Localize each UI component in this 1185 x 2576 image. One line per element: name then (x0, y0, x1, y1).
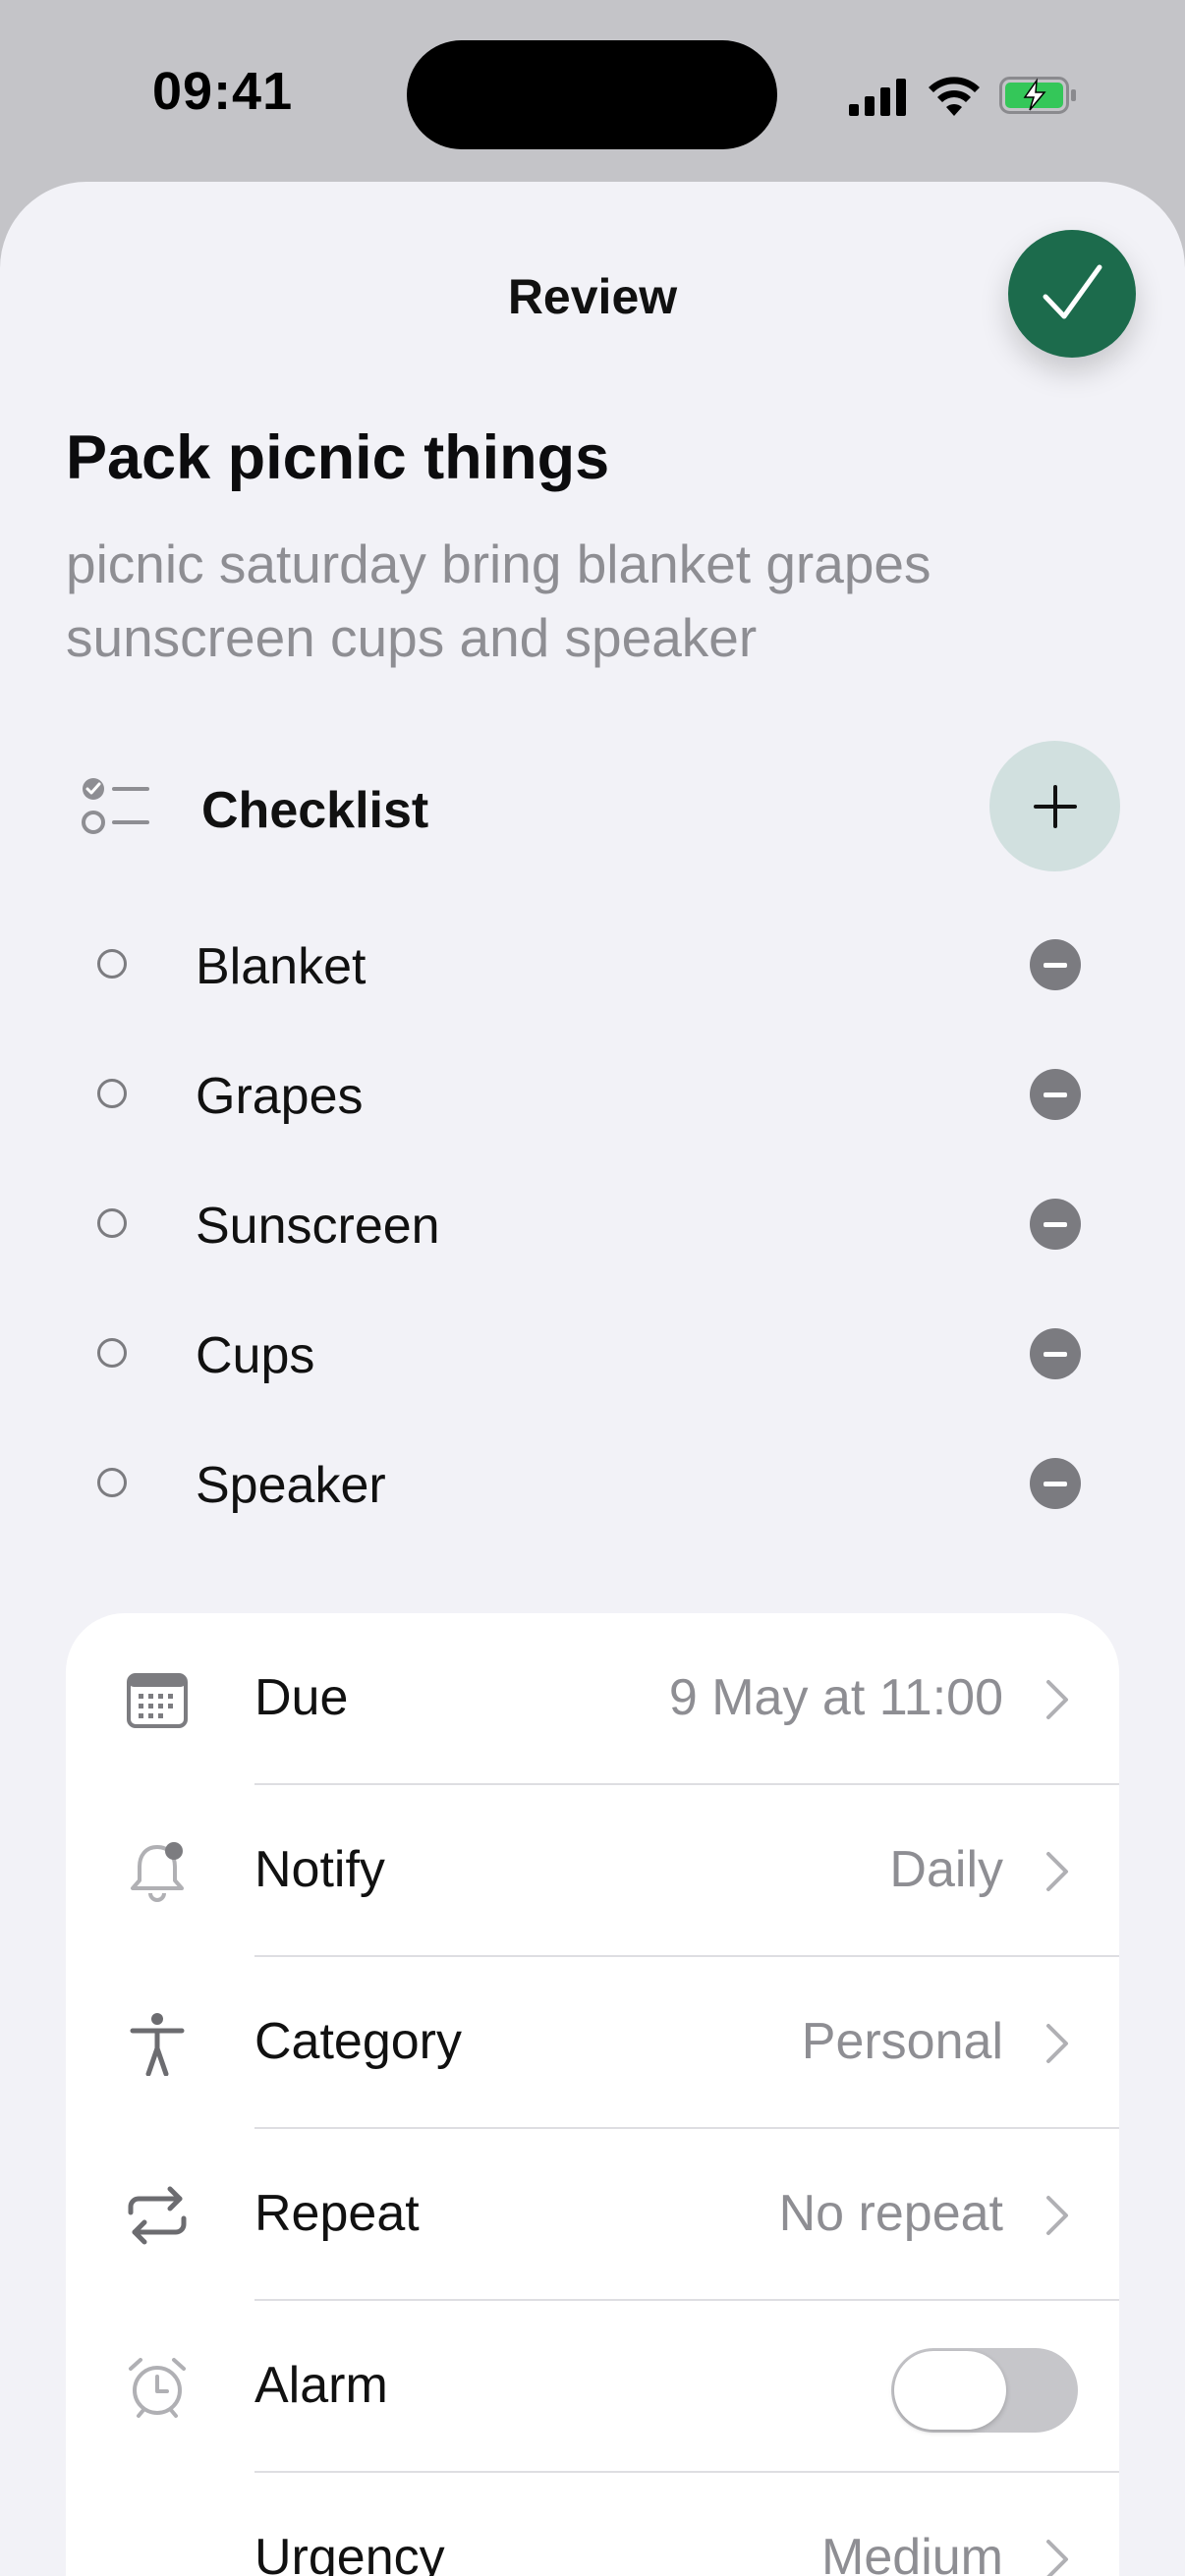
category-value: Personal (801, 2013, 1003, 2070)
checklist-item: Speaker (0, 1434, 1185, 1533)
checklist-item-label[interactable]: Speaker (196, 1456, 386, 1515)
repeat-label: Repeat (254, 2185, 420, 2242)
cellular-signal-icon (849, 79, 906, 116)
notify-row[interactable]: Notify Daily (66, 1785, 1119, 1957)
alarm-icon (129, 2358, 186, 2418)
notify-label: Notify (254, 1841, 385, 1898)
task-description[interactable]: picnic saturday bring blanket grapes sun… (66, 528, 1088, 675)
checklist-item: Grapes (0, 1045, 1185, 1144)
repeat-value: No repeat (778, 2185, 1003, 2242)
alarm-label: Alarm (254, 2357, 388, 2414)
plus-icon (1033, 784, 1077, 828)
review-sheet: Review Pack picnic things picnic saturda… (0, 182, 1185, 2576)
checklist-item-checkbox[interactable] (97, 1338, 127, 1368)
checklist-item: Cups (0, 1305, 1185, 1403)
bell-icon (131, 1842, 184, 1902)
alarm-toggle[interactable] (891, 2348, 1078, 2433)
urgency-value: Medium (821, 2529, 1003, 2576)
checklist-item: Blanket (0, 916, 1185, 1014)
urgency-row[interactable]: Urgency Medium (66, 2473, 1119, 2576)
urgency-label: Urgency (254, 2529, 445, 2576)
chevron-right-icon (1046, 2196, 1068, 2235)
urgency-icon (125, 2527, 190, 2576)
wifi-icon (929, 77, 980, 116)
confirm-button[interactable] (1008, 230, 1136, 358)
calendar-icon (127, 1673, 188, 1728)
status-time: 09:41 (152, 62, 294, 121)
checklist-item: Sunscreen (0, 1175, 1185, 1273)
remove-item-icon[interactable] (1030, 1458, 1081, 1509)
chevron-right-icon (1046, 1680, 1068, 1719)
notify-value: Daily (889, 1841, 1003, 1898)
remove-item-icon[interactable] (1030, 939, 1081, 990)
chevron-right-icon (1046, 2024, 1068, 2063)
chevron-right-icon (1046, 2540, 1068, 2576)
checklist-item-checkbox[interactable] (97, 1208, 127, 1238)
dynamic-island (407, 40, 777, 149)
checklist-icon (82, 778, 149, 834)
person-icon (130, 2013, 185, 2076)
remove-item-icon[interactable] (1030, 1069, 1081, 1120)
battery-charging-icon (999, 77, 1076, 114)
checklist-label: Checklist (201, 782, 429, 839)
chevron-right-icon (1046, 1852, 1068, 1891)
checklist-item-checkbox[interactable] (97, 949, 127, 979)
remove-item-icon[interactable] (1030, 1328, 1081, 1379)
checklist-item-label[interactable]: Sunscreen (196, 1197, 440, 1256)
due-label: Due (254, 1669, 349, 1726)
task-settings-card: Due 9 May at 11:00 Notify Daily Category (66, 1613, 1119, 2576)
category-label: Category (254, 2013, 462, 2070)
checklist-item-label[interactable]: Grapes (196, 1067, 364, 1126)
checklist-item-label[interactable]: Blanket (196, 937, 366, 996)
repeat-icon (128, 2186, 187, 2245)
category-row[interactable]: Category Personal (66, 1957, 1119, 2129)
add-checklist-item-button[interactable] (989, 741, 1120, 871)
checkmark-icon (1043, 264, 1102, 319)
checklist-item-checkbox[interactable] (97, 1468, 127, 1497)
checklist-item-checkbox[interactable] (97, 1079, 127, 1108)
task-title[interactable]: Pack picnic things (66, 422, 609, 493)
checklist-item-label[interactable]: Cups (196, 1326, 314, 1385)
due-value: 9 May at 11:00 (668, 1669, 1003, 1726)
toggle-knob (894, 2351, 1006, 2430)
remove-item-icon[interactable] (1030, 1199, 1081, 1250)
alarm-row: Alarm (66, 2301, 1119, 2473)
due-row[interactable]: Due 9 May at 11:00 (66, 1613, 1119, 1785)
repeat-row[interactable]: Repeat No repeat (66, 2129, 1119, 2301)
